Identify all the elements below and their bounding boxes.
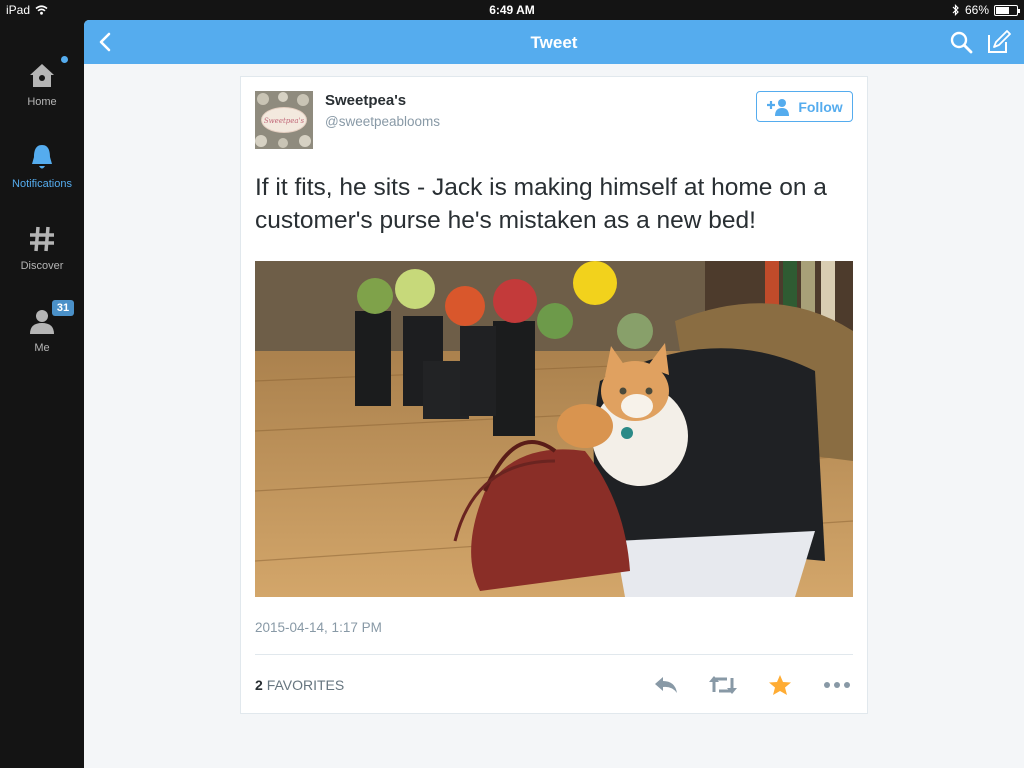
search-icon[interactable] [949, 30, 973, 54]
add-user-icon [767, 98, 790, 116]
follow-label: Follow [798, 98, 843, 115]
battery-tip [1018, 8, 1020, 13]
bluetooth-icon [952, 4, 959, 16]
user-name[interactable]: Sweetpea's [325, 92, 406, 109]
reply-icon [655, 677, 677, 693]
sidebar-item-me[interactable]: 31 Me [0, 300, 84, 370]
battery-level [996, 6, 1009, 14]
person-icon-wrap: 31 [0, 300, 84, 336]
reply-button[interactable] [651, 672, 681, 698]
retweet-icon [709, 676, 737, 694]
sidebar-item-label: Notifications [12, 178, 72, 190]
home-icon-wrap [0, 54, 84, 90]
hashtag-icon [30, 226, 54, 252]
ipad-screen: iPad 6:49 AM 66% Home Notifications Disc… [0, 0, 1024, 768]
status-right: 66% [952, 3, 1020, 17]
avatar[interactable]: Sweetpea's [255, 91, 313, 149]
favorites-number: 2 [255, 677, 263, 693]
tweet-photo[interactable] [255, 261, 853, 597]
tweet-text: If it fits, he sits - Jack is making him… [255, 174, 827, 234]
user-handle[interactable]: @sweetpeablooms [325, 114, 440, 129]
status-time: 6:49 AM [489, 3, 535, 17]
sidebar-item-notifications[interactable]: Notifications [0, 136, 84, 206]
favorites-count[interactable]: 2 FAVORITES [255, 677, 344, 693]
hashtag-icon-wrap [0, 218, 84, 254]
home-icon [30, 64, 54, 87]
main-panel: Tweet Sweetpea's Sweetpea's @sweetpeablo… [84, 20, 1024, 768]
sidebar-item-home[interactable]: Home [0, 54, 84, 124]
compose-icon[interactable] [985, 29, 1011, 55]
home-unread-dot [61, 56, 68, 63]
header: Tweet [84, 20, 1024, 64]
follow-button[interactable]: Follow [756, 91, 853, 122]
bell-icon-wrap [0, 136, 84, 172]
me-badge: 31 [52, 300, 74, 316]
more-button[interactable] [822, 672, 852, 698]
sidebar: Home Notifications Discover 31 Me [0, 20, 84, 768]
sidebar-item-label: Me [34, 342, 50, 354]
sidebar-item-discover[interactable]: Discover [0, 218, 84, 288]
divider [255, 654, 853, 655]
page-title: Tweet [530, 33, 578, 52]
favorite-button[interactable] [765, 672, 795, 698]
battery-percent: 66% [964, 3, 989, 17]
status-bar: iPad 6:49 AM 66% [0, 0, 1024, 20]
sidebar-item-label: Discover [20, 260, 64, 272]
more-icon [824, 682, 850, 688]
favorites-label: FAVORITES [266, 677, 345, 693]
bell-icon [32, 145, 52, 169]
avatar-logo: Sweetpea's [261, 107, 307, 133]
tweet-card: Sweetpea's Sweetpea's @sweetpeablooms Fo… [240, 76, 868, 714]
tweet-timestamp: 2015-04-14, 1:17 PM [255, 620, 382, 635]
sidebar-item-label: Home [27, 96, 57, 108]
star-icon [769, 675, 791, 695]
battery-icon [994, 4, 1020, 16]
photo-cat-on-purse [255, 261, 853, 597]
retweet-button[interactable] [708, 672, 738, 698]
